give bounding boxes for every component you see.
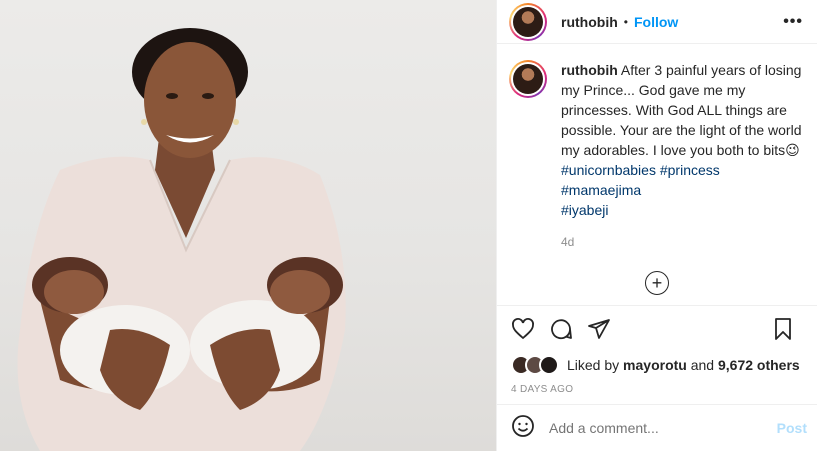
caption-avatar-story-ring[interactable]	[509, 60, 547, 98]
follow-button[interactable]: Follow	[634, 14, 678, 30]
caption-text-block: ruthobih After 3 painful years of losing…	[561, 60, 803, 252]
heart-icon[interactable]	[511, 317, 535, 341]
likes-count[interactable]: 9,672 others	[718, 357, 800, 373]
post-side-panel: ruthobih • Follow ••• ruthobih After 3 p…	[496, 0, 817, 451]
bookmark-icon[interactable]	[771, 317, 795, 341]
plus-circle-icon[interactable]: +	[645, 270, 669, 295]
avatar	[513, 6, 543, 37]
hashtag-link[interactable]: #princess	[660, 162, 720, 178]
separator-dot: •	[623, 14, 628, 29]
liker-avatar	[539, 355, 559, 376]
hashtag-link[interactable]: #unicornbabies	[561, 162, 656, 178]
post-timestamp[interactable]: 4 DAYS AGO	[497, 378, 817, 404]
liked-by-user[interactable]: mayorotu	[623, 357, 687, 373]
post-photo[interactable]	[0, 0, 496, 451]
action-bar	[497, 305, 817, 352]
author-username[interactable]: ruthobih	[561, 14, 618, 30]
load-more-comments: +	[497, 260, 817, 305]
comment-icon[interactable]	[549, 317, 573, 341]
hashtag-link[interactable]: #iyabeji	[561, 202, 608, 218]
hashtag-link[interactable]: #mamaejima	[561, 182, 641, 198]
likes-row: Liked by mayorotu and 9,672 others	[497, 353, 817, 378]
post-comment-button[interactable]: Post	[777, 420, 807, 436]
instagram-post: ruthobih • Follow ••• ruthobih After 3 p…	[0, 0, 817, 451]
caption-age: 4d	[561, 235, 575, 249]
post-header: ruthobih • Follow •••	[497, 0, 817, 44]
avatar-frame	[511, 62, 545, 96]
avatar	[513, 64, 543, 94]
caption-username[interactable]: ruthobih	[561, 62, 618, 78]
author-avatar-story-ring[interactable]	[509, 2, 547, 41]
comment-input[interactable]	[549, 419, 777, 436]
photo-mother-with-twins	[17, 28, 346, 451]
more-options-icon[interactable]: •••	[783, 13, 803, 31]
comment-bar: Post	[497, 403, 817, 451]
likes-and: and	[690, 357, 715, 374]
avatar-frame	[511, 4, 545, 39]
emoji-icon[interactable]	[511, 414, 535, 441]
liker-avatars[interactable]	[511, 355, 559, 376]
likes-prefix: Liked by	[567, 357, 620, 374]
caption: ruthobih After 3 painful years of losing…	[497, 44, 817, 252]
likes-text: Liked by mayorotu and 9,672 others	[567, 357, 800, 373]
share-icon[interactable]	[587, 317, 611, 341]
